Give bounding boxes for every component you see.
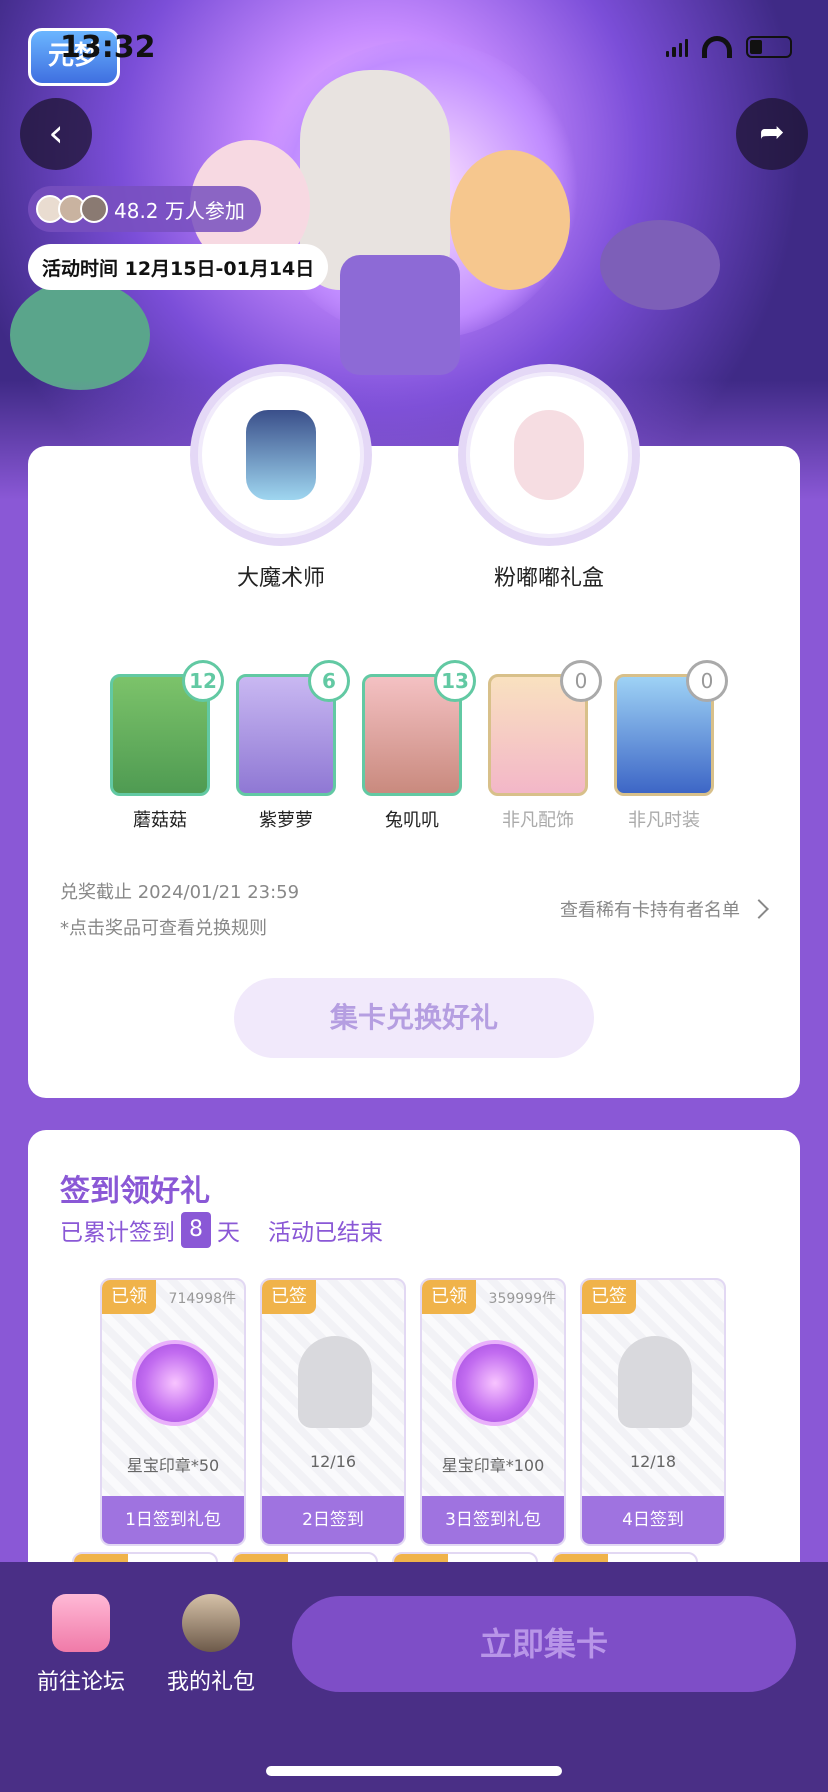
- checkin-days: 8: [181, 1212, 211, 1248]
- day-button[interactable]: 2日签到: [262, 1496, 404, 1544]
- card-name: 蘑菇菇: [133, 810, 187, 831]
- collect-card-rabbit[interactable]: 13 兔叽叽: [362, 660, 476, 832]
- locked-reward-icon: [298, 1336, 372, 1428]
- card-count-badge: 0: [560, 660, 602, 702]
- my-gifts-button[interactable]: 我的礼包: [156, 1594, 266, 1696]
- participants-pill: 48.2 万人参加: [28, 186, 261, 232]
- prize-image-frame: [458, 364, 640, 546]
- event-time-pill: 活动时间 12月15日-01月14日: [28, 244, 329, 290]
- day-reward-label: 星宝印章*50: [126, 1456, 220, 1475]
- bunny-image: [514, 410, 584, 500]
- day-status-tag: 已签: [582, 1280, 636, 1314]
- card-collection-row: 12 蘑菇菇 6 紫萝萝 13 兔叽叽 0 非凡配饰 0 非凡时装: [110, 660, 728, 832]
- star-seal-icon: [452, 1340, 538, 1426]
- checkin-summary: 已累计签到 8 天 活动已结束: [60, 1212, 383, 1248]
- day-reward-label: 12/18: [629, 1452, 677, 1471]
- forum-button[interactable]: 前往论坛: [26, 1594, 136, 1696]
- rare-holders-label: 查看稀有卡持有者名单: [560, 900, 740, 921]
- chevron-right-icon: [749, 899, 769, 919]
- my-gifts-label: 我的礼包: [166, 1670, 255, 1695]
- checkin-status: 活动已结束: [268, 1220, 383, 1246]
- card-count-badge: 12: [182, 660, 224, 702]
- chevron-left-icon: ‹: [48, 111, 64, 155]
- hero-character-far-right: [600, 220, 720, 310]
- day-status-tag: 已领: [102, 1280, 156, 1314]
- day-status-tag: 已签: [262, 1280, 316, 1314]
- exchange-button[interactable]: 集卡兑换好礼: [234, 978, 594, 1058]
- collect-cards-button[interactable]: 立即集卡: [292, 1596, 796, 1692]
- checkin-prefix: 已累计签到: [60, 1220, 175, 1246]
- gift-avatar-icon: [182, 1594, 240, 1652]
- checkin-card: 签到领好礼 已累计签到 8 天 活动已结束 已领 714998件 星宝印章*50…: [28, 1130, 800, 1590]
- star-seal-icon: [132, 1340, 218, 1426]
- checkin-day-4[interactable]: 已签 12/18 4日签到: [580, 1278, 726, 1546]
- collect-card-purple[interactable]: 6 紫萝萝: [236, 660, 350, 832]
- day-reward-label: 星宝印章*100: [441, 1456, 545, 1475]
- day-quantity: 714998件: [168, 1291, 236, 1307]
- prize-name: 大魔术师: [236, 566, 325, 591]
- exchange-note: *点击奖品可查看兑换规则: [60, 918, 267, 939]
- hero-speaker: [340, 255, 460, 375]
- signal-icon: [666, 37, 688, 57]
- collect-card-mushroom[interactable]: 12 蘑菇菇: [110, 660, 224, 832]
- card-count-badge: 0: [686, 660, 728, 702]
- checkin-day-3[interactable]: 已领 359999件 星宝印章*100 3日签到礼包: [420, 1278, 566, 1546]
- card-name: 非凡时装: [628, 810, 700, 831]
- participant-avatars: [36, 195, 108, 223]
- checkin-day-2[interactable]: 已签 12/16 2日签到: [260, 1278, 406, 1546]
- day-status-tag: 已领: [422, 1280, 476, 1314]
- home-indicator: [266, 1766, 562, 1776]
- hero-character-right: [450, 150, 570, 290]
- prize-name: 粉嘟嘟礼盒: [493, 566, 604, 591]
- hero-banner: 元梦 13:32 ‹ ➦ 48.2 万人参加 活动时间 12月15日-01月14…: [0, 0, 828, 500]
- card-count-badge: 6: [308, 660, 350, 702]
- share-button[interactable]: ➦: [736, 98, 808, 170]
- hero-character-far-left: [10, 280, 150, 390]
- event-time: 活动时间 12月15日-01月14日: [42, 257, 315, 280]
- exchange-card: 大魔术师 粉嘟嘟礼盒 12 蘑菇菇 6 紫萝萝 13 兔叽叽 0 非凡配饰 0 …: [28, 364, 800, 1098]
- battery-icon: [746, 36, 792, 58]
- card-name: 紫萝萝: [259, 810, 313, 831]
- day-button[interactable]: 3日签到礼包: [422, 1496, 564, 1544]
- card-name: 非凡配饰: [502, 810, 574, 831]
- collect-card-costume[interactable]: 0 非凡时装: [614, 660, 728, 832]
- checkin-day-1[interactable]: 已领 714998件 星宝印章*50 1日签到礼包: [100, 1278, 246, 1546]
- wifi-icon: [702, 36, 732, 58]
- prize-image-frame: [190, 364, 372, 546]
- forum-label: 前往论坛: [36, 1670, 125, 1695]
- card-count-badge: 13: [434, 660, 476, 702]
- card-name: 兔叽叽: [385, 810, 439, 831]
- locked-reward-icon: [618, 1336, 692, 1428]
- collect-card-accessory[interactable]: 0 非凡配饰: [488, 660, 602, 832]
- checkin-days-row: 已领 714998件 星宝印章*50 1日签到礼包 已签 12/16 2日签到 …: [100, 1278, 726, 1546]
- day-button[interactable]: 1日签到礼包: [102, 1496, 244, 1544]
- prize-item-giftbox[interactable]: 粉嘟嘟礼盒: [458, 364, 640, 592]
- back-button[interactable]: ‹: [20, 98, 92, 170]
- status-time: 13:32: [60, 30, 156, 65]
- exchange-deadline: 兑奖截止 2024/01/21 23:59: [60, 882, 300, 903]
- day-reward-label: 12/16: [309, 1452, 357, 1471]
- magician-image: [246, 410, 316, 500]
- day-button[interactable]: 4日签到: [582, 1496, 724, 1544]
- rare-holders-link[interactable]: 查看稀有卡持有者名单: [560, 896, 769, 922]
- checkin-suffix: 天: [217, 1220, 240, 1246]
- forum-icon: [52, 1594, 110, 1652]
- bottom-bar: 前往论坛 我的礼包 立即集卡: [0, 1562, 828, 1792]
- day-quantity: 359999件: [488, 1291, 556, 1307]
- status-icons: [666, 36, 792, 58]
- share-icon: ➦: [759, 115, 785, 150]
- prize-item-magician[interactable]: 大魔术师: [190, 364, 372, 592]
- participants-count: 48.2 万人参加: [114, 198, 245, 223]
- checkin-title: 签到领好礼: [60, 1174, 210, 1209]
